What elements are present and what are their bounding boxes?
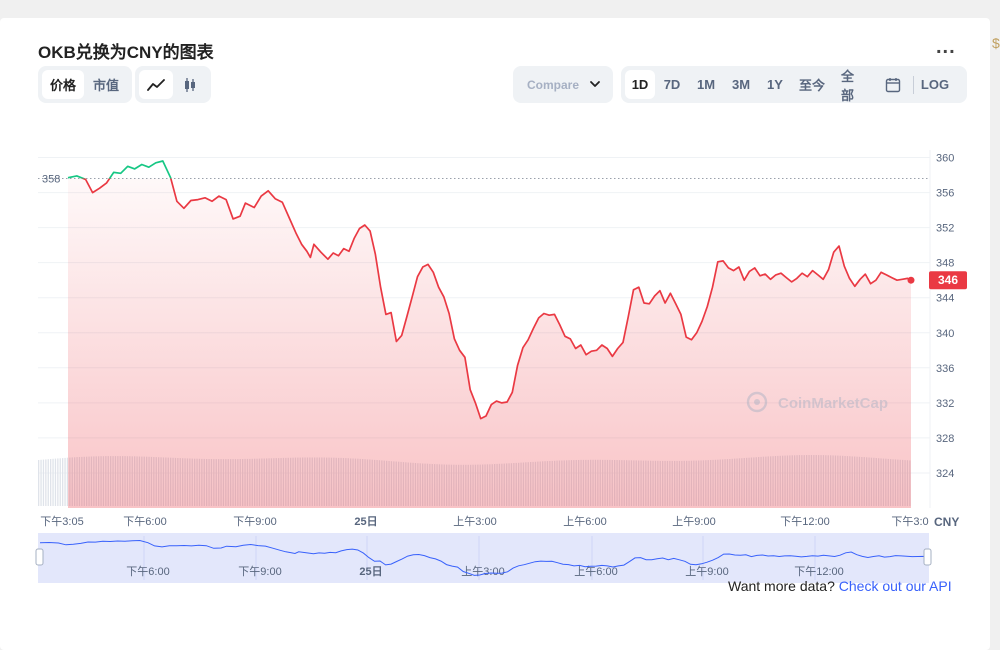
y-tick-label: 340 — [936, 328, 954, 340]
x-tick-label: 下午3:05 — [40, 515, 83, 528]
last-price-dot — [907, 276, 915, 284]
open-price-label: 358 — [42, 174, 60, 186]
volume-bar — [54, 458, 57, 506]
y-tick-label: 328 — [936, 433, 954, 445]
volume-bar — [38, 460, 40, 506]
coinmarketcap-logo-dot — [754, 399, 760, 405]
navigator-left-handle[interactable] — [35, 548, 44, 566]
volume-bar — [50, 459, 52, 506]
y-tick-label: 360 — [936, 153, 954, 165]
x-tick-label: 上午6:00 — [563, 515, 606, 528]
x-tick-label: 上午3:00 — [453, 515, 496, 528]
price-area — [68, 178, 911, 508]
volume-bar — [62, 458, 64, 506]
current-price-value: 346 — [938, 273, 958, 287]
y-tick-label: 336 — [936, 363, 954, 375]
y-tick-label: 344 — [936, 293, 954, 305]
x-tick-label: 25日 — [354, 515, 377, 528]
y-tick-label: 348 — [936, 258, 954, 270]
y-tick-label: 352 — [936, 223, 954, 235]
x-tick-label: 上午9:00 — [672, 515, 715, 528]
volume-bar — [59, 458, 61, 506]
navigator-tick-label: 下午6:00 — [126, 565, 169, 578]
api-link[interactable]: Check out our API — [839, 578, 952, 594]
x-tick-label: 下午9:00 — [233, 515, 276, 528]
currency-label: CNY — [934, 515, 959, 529]
price-chart: 358 360 356 352 348 344 340 336 332 328 324 346 下… — [35, 150, 967, 583]
volume-bar — [52, 458, 54, 506]
navigator-tick-label: 下午9:00 — [238, 565, 281, 578]
navigator-right-handle[interactable] — [923, 548, 932, 566]
volume-bar — [66, 457, 69, 506]
volume-bar — [45, 459, 47, 506]
x-tick-label: 下午12:00 — [780, 515, 830, 528]
y-tick-label: 324 — [936, 468, 954, 480]
api-promo-text: Want more data? — [728, 578, 835, 594]
volume-bar — [57, 458, 59, 506]
x-tick-label: 下午6:00 — [123, 515, 166, 528]
navigator-tick-label: 25日 — [359, 565, 382, 578]
y-tick-label: 332 — [936, 398, 954, 410]
volume-bar — [42, 459, 45, 506]
x-tick-label: 下午3:0 — [891, 515, 928, 528]
volume-bar — [40, 459, 42, 506]
volume-bar — [47, 459, 49, 506]
volume-bar — [64, 457, 66, 506]
api-promo: Want more data? Check out our API — [728, 578, 952, 594]
watermark-text: CoinMarketCap — [778, 395, 888, 412]
navigator-tick-label: 上午3:00 — [461, 565, 504, 578]
navigator-tick-label: 上午9:00 — [685, 565, 728, 578]
navigator-tick-label: 下午12:00 — [794, 565, 844, 578]
y-tick-label: 356 — [936, 188, 954, 200]
